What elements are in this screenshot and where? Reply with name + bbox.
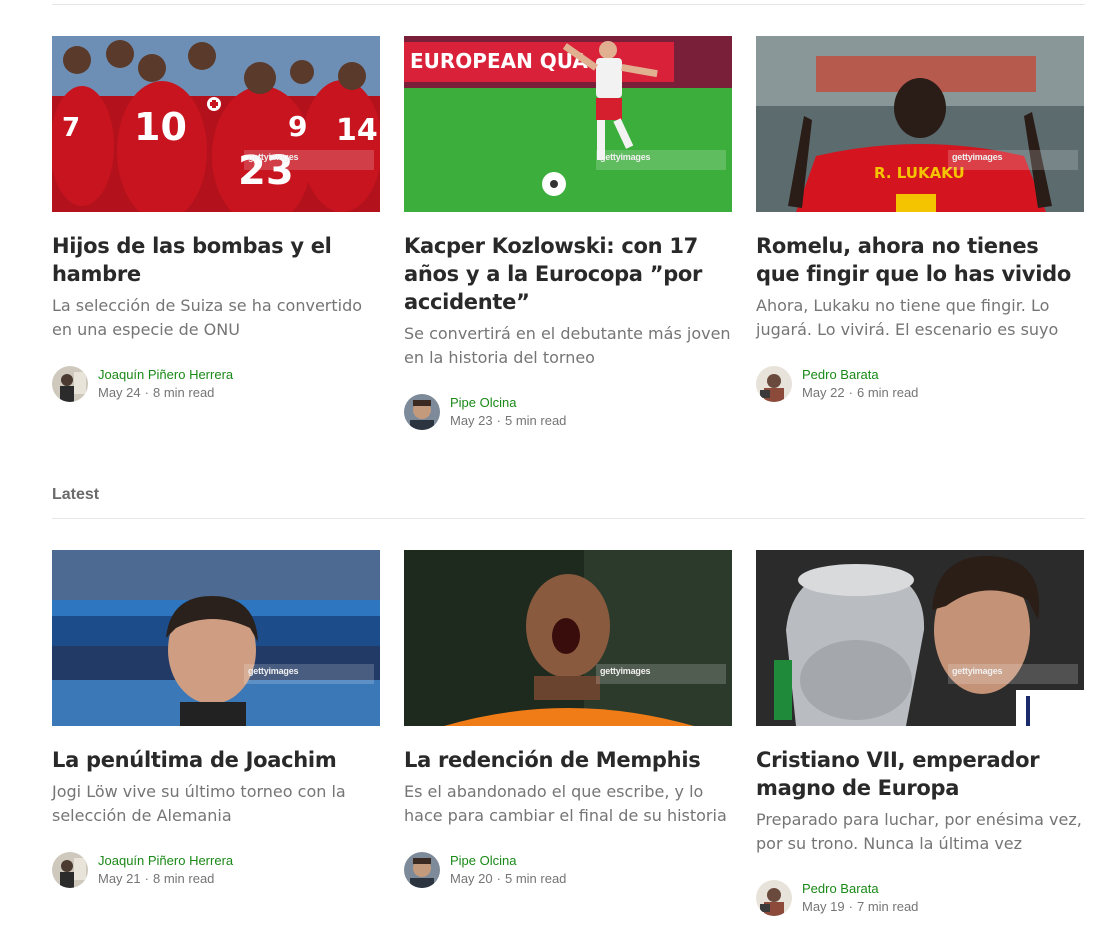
story-subtitle[interactable]: Ahora, Lukaku no tiene que fingir. Lo ju… — [756, 294, 1084, 342]
story-info: May 21 · 8 min read — [98, 871, 215, 886]
memphis-photo — [404, 550, 732, 726]
story-meta: Pipe Olcina May 23 · 5 min read — [404, 394, 732, 430]
story-date: May 23 — [450, 413, 493, 428]
story-meta: Joaquín Piñero Herrera May 21 · 8 min read — [52, 852, 380, 888]
story-subtitle[interactable]: Preparado para luchar, por enésima vez, … — [756, 808, 1084, 856]
read-time: 5 min read — [504, 413, 567, 428]
read-time: 5 min read — [504, 871, 567, 886]
story-card[interactable]: 7 10 23 14 9 gettyimages Hijos de las bo… — [52, 36, 380, 430]
author-avatar[interactable] — [52, 852, 88, 888]
svg-text:14: 14 — [336, 113, 378, 148]
story-subtitle[interactable]: Se convertirá en el debutante más joven … — [404, 322, 732, 370]
latest-grid: gettyimages La penúltima de Joachim Jogi… — [52, 550, 1085, 916]
story-title[interactable]: Cristiano VII, emperador magno de Europa — [756, 746, 1084, 802]
getty-watermark: gettyimages — [948, 150, 1078, 170]
getty-watermark: gettyimages — [596, 664, 726, 684]
lukaku-photo: R. LUKAKU — [756, 36, 1084, 212]
author-name[interactable]: Joaquín Piñero Herrera — [98, 852, 233, 870]
author-avatar[interactable] — [756, 880, 792, 916]
story-meta: Pedro Barata May 19 · 7 min read — [756, 880, 1084, 916]
story-image-low[interactable]: gettyimages — [52, 550, 380, 726]
read-time: 6 min read — [856, 385, 919, 400]
read-time: 7 min read — [856, 899, 919, 914]
story-date: May 21 — [98, 871, 141, 886]
story-info: May 24 · 8 min read — [98, 385, 215, 400]
poland-player-photo: EUROPEAN QUA — [404, 36, 732, 212]
ronaldo-photo — [756, 550, 1084, 726]
author-name[interactable]: Pedro Barata — [802, 880, 918, 898]
author-name[interactable]: Pipe Olcina — [450, 394, 566, 412]
author-name[interactable]: Pipe Olcina — [450, 852, 566, 870]
latest-divider — [52, 518, 1085, 519]
story-title[interactable]: La penúltima de Joachim — [52, 746, 380, 774]
story-info: May 22 · 6 min read — [802, 385, 919, 400]
story-image-swiss-team[interactable]: 7 10 23 14 9 gettyimages — [52, 36, 380, 212]
story-title[interactable]: Hijos de las bombas y el hambre — [52, 232, 380, 288]
svg-text:9: 9 — [288, 110, 307, 143]
author-avatar[interactable] — [52, 366, 88, 402]
story-meta: Pedro Barata May 22 · 6 min read — [756, 366, 1084, 402]
swiss-team-photo: 7 10 23 14 9 — [52, 36, 380, 212]
story-image-lukaku[interactable]: R. LUKAKU gettyimages — [756, 36, 1084, 212]
story-card[interactable]: gettyimages La redención de Memphis Es e… — [404, 550, 732, 916]
story-subtitle[interactable]: Es el abandonado el que escribe, y lo ha… — [404, 780, 732, 828]
banner-text: EUROPEAN QUA — [410, 49, 588, 73]
getty-watermark: gettyimages — [596, 150, 726, 170]
getty-watermark: gettyimages — [948, 664, 1078, 684]
story-subtitle[interactable]: Jogi Löw vive su último torneo con la se… — [52, 780, 380, 828]
story-meta: Pipe Olcina May 20 · 5 min read — [404, 852, 732, 888]
story-date: May 22 — [802, 385, 845, 400]
author-avatar[interactable] — [756, 366, 792, 402]
story-info: May 19 · 7 min read — [802, 899, 919, 914]
story-image-memphis[interactable]: gettyimages — [404, 550, 732, 726]
story-subtitle[interactable]: La selección de Suiza se ha convertido e… — [52, 294, 380, 342]
svg-text:7: 7 — [62, 113, 80, 143]
story-meta: Joaquín Piñero Herrera May 24 · 8 min read — [52, 366, 380, 402]
story-image-poland-player[interactable]: EUROPEAN QUA gettyimages — [404, 36, 732, 212]
story-info: May 20 · 5 min read — [450, 871, 567, 886]
story-date: May 19 — [802, 899, 845, 914]
read-time: 8 min read — [152, 871, 215, 886]
story-title[interactable]: La redención de Memphis — [404, 746, 732, 774]
story-card[interactable]: gettyimages La penúltima de Joachim Jogi… — [52, 550, 380, 916]
top-divider — [52, 4, 1085, 5]
story-date: May 20 — [450, 871, 493, 886]
story-date: May 24 — [98, 385, 141, 400]
latest-section-heading: Latest — [52, 486, 100, 503]
story-card[interactable]: gettyimages Cristiano VII, emperador mag… — [756, 550, 1084, 916]
read-time: 8 min read — [152, 385, 215, 400]
author-name[interactable]: Pedro Barata — [802, 366, 918, 384]
svg-text:10: 10 — [134, 105, 187, 149]
story-card[interactable]: EUROPEAN QUA gettyimages Kacper Kozlowsk… — [404, 36, 732, 430]
author-avatar[interactable] — [404, 394, 440, 430]
story-info: May 23 · 5 min read — [450, 413, 567, 428]
getty-watermark: gettyimages — [244, 664, 374, 684]
author-name[interactable]: Joaquín Piñero Herrera — [98, 366, 233, 384]
featured-grid: 7 10 23 14 9 gettyimages Hijos de las bo… — [52, 36, 1085, 430]
low-photo — [52, 550, 380, 726]
getty-watermark: gettyimages — [244, 150, 374, 170]
story-card[interactable]: R. LUKAKU gettyimages Romelu, ahora no t… — [756, 36, 1084, 430]
story-title[interactable]: Kacper Kozlowski: con 17 años y a la Eur… — [404, 232, 732, 316]
story-image-ronaldo[interactable]: gettyimages — [756, 550, 1084, 726]
author-avatar[interactable] — [404, 852, 440, 888]
story-title[interactable]: Romelu, ahora no tienes que fingir que l… — [756, 232, 1084, 288]
